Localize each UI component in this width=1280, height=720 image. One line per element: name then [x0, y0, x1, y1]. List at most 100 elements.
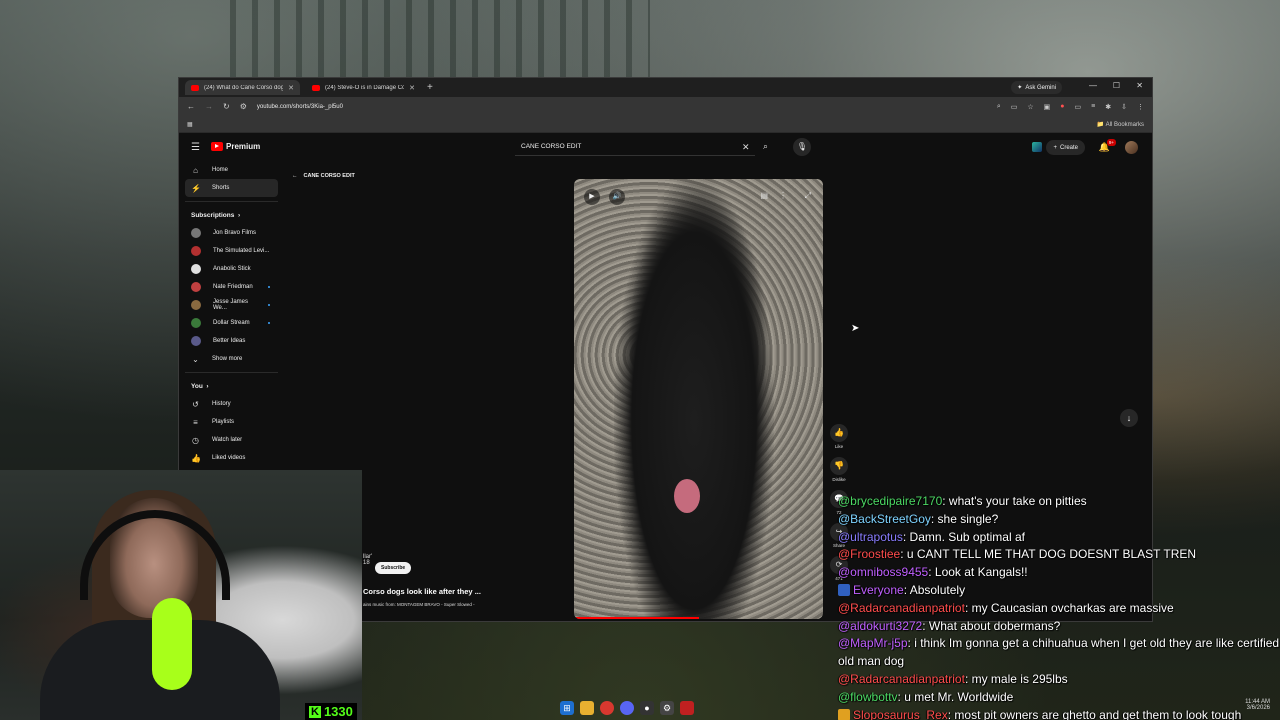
you-header[interactable]: You ›	[179, 377, 284, 395]
extension-icon[interactable]	[1032, 142, 1042, 152]
back-icon[interactable]: ←	[187, 102, 195, 111]
chevron-right-icon: ›	[237, 211, 241, 219]
chat-message: @aldokurti3272: What about dobermans?	[838, 618, 1280, 636]
dislike-icon[interactable]: 👎	[830, 457, 848, 475]
video-title[interactable]: Corso dogs look like after they ...	[363, 587, 481, 596]
obs-icon[interactable]: ●	[640, 701, 654, 715]
sidebar-item-history[interactable]: ↺ History	[179, 395, 284, 413]
settings-icon[interactable]: ⚙	[660, 701, 674, 715]
chat-message: @Radarcanadianpatriot: my male is 295lbs	[838, 671, 1280, 689]
extension-red-icon[interactable]: ●	[1060, 103, 1064, 111]
chat-text: : she single?	[930, 511, 999, 526]
sidebar-item-subscription[interactable]: Jon Bravo Films	[179, 224, 284, 242]
sidebar-item-watch-later[interactable]: ◷ Watch later	[179, 431, 284, 449]
sidebar-item-subscription[interactable]: Nate Friedman	[179, 278, 284, 296]
ask-gemini-button[interactable]: ✦ Ask Gemini	[1011, 81, 1062, 94]
playlists-icon: ≡	[193, 417, 198, 427]
extension-puzzle-icon[interactable]: ✱	[1105, 103, 1111, 111]
sidebar-item-home[interactable]: ⌂ Home	[179, 161, 284, 179]
sidebar-item-shorts[interactable]: ⚡ Shorts	[185, 179, 278, 197]
sidebar-item-subscription[interactable]: The Simulated Levi...	[179, 242, 284, 260]
sidebar-item-label: Dollar Stream	[213, 320, 250, 326]
discord-icon[interactable]	[620, 701, 634, 715]
shorts-back-header[interactable]: ← CANE CORSO EDIT	[292, 173, 355, 179]
bookmark-star-icon[interactable]: ☆	[1027, 103, 1033, 111]
sidebar-item-label: History	[212, 401, 231, 407]
sidebar-item-subscription[interactable]: Better Ideas	[179, 332, 284, 350]
gemini-icon: ✦	[1017, 85, 1023, 91]
channel-count-partial: 18	[363, 560, 370, 566]
close-tab-icon[interactable]: ✕	[409, 84, 415, 92]
close-tab-icon[interactable]: ✕	[288, 84, 294, 92]
cast-icon[interactable]: ▭	[1011, 103, 1018, 111]
you-label: You	[191, 382, 203, 390]
menu-icon[interactable]: ☰	[191, 142, 200, 153]
subscriptions-header[interactable]: Subscriptions ›	[179, 206, 284, 224]
more-options-icon[interactable]: ⋮	[779, 191, 787, 200]
file-explorer-icon[interactable]	[580, 701, 594, 715]
site-info-icon[interactable]: ⚙	[240, 102, 247, 111]
windows-start-icon[interactable]: ⊞	[560, 701, 574, 715]
all-bookmarks-link[interactable]: 📁 All Bookmarks	[1097, 121, 1144, 128]
zoom-icon[interactable]: ⌕	[997, 103, 1001, 111]
downloads-icon[interactable]: ⇩	[1121, 103, 1127, 111]
fullscreen-icon[interactable]: ⤢	[805, 191, 811, 201]
picture-in-picture-icon[interactable]: ▭	[1075, 103, 1082, 111]
new-content-dot	[268, 286, 270, 288]
sidebar-item-subscription[interactable]: Jesse James We...	[179, 296, 284, 314]
url-field[interactable]: youtube.com/shorts/3Kia-_pl5u0	[257, 104, 343, 110]
sidebar-item-label: Anabolic Stick	[213, 266, 251, 272]
sidebar-item-liked-videos[interactable]: 👍 Liked videos	[179, 449, 284, 467]
extensions-icon[interactable]: ▣	[1044, 103, 1051, 111]
subscriptions-list: Jon Bravo Films The Simulated Levi... Anab…	[179, 224, 284, 350]
clear-search-icon[interactable]: ✕	[742, 142, 750, 153]
address-bar-row: ← → ↻ ⚙ youtube.com/shorts/3Kia-_pl5u0 ⌕…	[179, 97, 1152, 116]
chat-message: @Radarcanadianpatriot: my Caucasian ovch…	[838, 600, 1280, 618]
subscribe-button[interactable]: Subscribe	[375, 562, 412, 574]
shorts-video-player[interactable]: ▶ 🔊 ▤ ⋮ ⤢	[574, 179, 823, 619]
chat-username: @brycedipaire7170	[838, 494, 943, 508]
tab-cane-corso[interactable]: (24) What do Cane Corso dogs... ✕	[185, 80, 300, 95]
volume-icon[interactable]: 🔊	[609, 189, 625, 205]
reload-icon[interactable]: ↻	[223, 102, 230, 111]
video-progress-bar[interactable]	[574, 617, 699, 619]
video-dog-tongue	[674, 479, 700, 513]
chat-username: @omniboss9455	[838, 565, 929, 580]
sidebar-item-subscription[interactable]: Anabolic Stick	[179, 260, 284, 278]
chat-username: Sloposaurus_Rex	[853, 707, 948, 720]
sidebar-item-playlists[interactable]: ≡ Playlists	[179, 413, 284, 431]
chat-username: @Radarcanadianpatriot	[838, 671, 965, 686]
captions-icon[interactable]: ▤	[760, 191, 768, 200]
chat-username: @BackStreetGoy	[838, 511, 931, 526]
home-icon: ⌂	[193, 165, 198, 175]
divider	[185, 372, 278, 373]
search-input[interactable]: CANE CORSO EDIT	[515, 138, 755, 156]
chat-username: @MapMr-j5p	[838, 636, 908, 651]
show-more-button[interactable]: ⌄ Show more	[179, 350, 284, 368]
search-icon[interactable]: ⌕	[763, 141, 768, 152]
voice-search-icon[interactable]: 🎙	[793, 138, 811, 156]
forward-icon[interactable]: →	[205, 102, 213, 111]
maximize-icon[interactable]: ☐	[1113, 81, 1120, 90]
microphone	[152, 598, 192, 690]
watch-later-icon: ◷	[192, 435, 199, 445]
channel-avatar	[191, 228, 201, 238]
play-icon[interactable]: ▶	[584, 189, 600, 205]
media-controls-icon[interactable]: ≡	[1091, 103, 1095, 111]
menu-kebab-icon[interactable]: ⋮	[1137, 103, 1144, 111]
minimize-icon[interactable]: —	[1089, 81, 1097, 90]
sidebar-item-subscription[interactable]: Dollar Stream	[179, 314, 284, 332]
new-tab-icon[interactable]: +	[427, 82, 433, 93]
create-button[interactable]: + Create	[1046, 140, 1085, 155]
youtube-premium-logo[interactable]: Premium	[211, 142, 260, 151]
like-icon[interactable]: 👍	[830, 424, 848, 442]
close-window-icon[interactable]: ✕	[1136, 81, 1143, 90]
tab-steve-o[interactable]: (24) Steve-O is in Damage Control ✕	[306, 80, 421, 95]
chat-message: @ultrapotus: Damn. Sub optimal af	[838, 529, 1280, 547]
video-music-credit[interactable]: ains music from: MONTAGEM BRAVO - Super …	[363, 602, 475, 607]
avatar[interactable]	[1125, 141, 1138, 154]
next-short-arrow-icon[interactable]: ↓	[1120, 409, 1138, 427]
chrome-icon[interactable]	[600, 701, 614, 715]
apps-grid-icon[interactable]: ▦	[187, 121, 193, 128]
app-red-icon[interactable]	[680, 701, 694, 715]
